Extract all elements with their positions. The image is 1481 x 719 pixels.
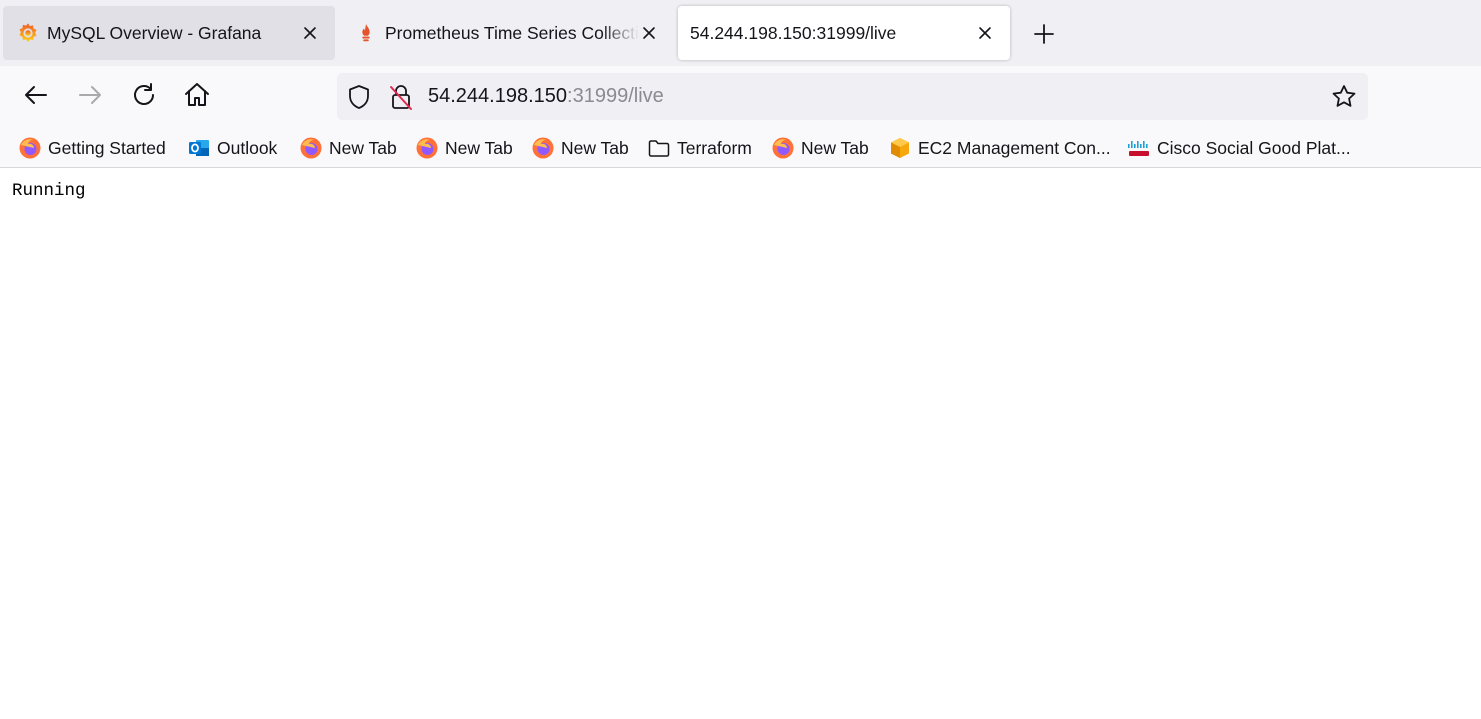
outlook-icon	[189, 140, 209, 156]
tab-title: 54.244.198.150:31999/live	[690, 23, 897, 43]
navigation-toolbar: 54.244.198.150:31999/live	[0, 66, 1481, 130]
home-icon[interactable]	[182, 80, 212, 110]
firefox-icon	[19, 137, 41, 159]
bookmark-label: Cisco Social Good Plat...	[1157, 137, 1351, 158]
page-content: Running	[0, 169, 1481, 719]
tab-title: Prometheus Time Series Collection	[385, 23, 639, 43]
grafana-icon	[19, 23, 37, 43]
bookmark-new-tab[interactable]: New Tab	[299, 135, 397, 161]
bookmark-cisco-social-good[interactable]: Cisco Social Good Plat...	[1127, 135, 1351, 161]
close-tab-icon[interactable]	[300, 23, 320, 43]
page-body-text: Running	[12, 181, 86, 201]
bookmark-getting-started[interactable]: Getting Started	[18, 135, 166, 161]
address-bar[interactable]: 54.244.198.150:31999/live	[337, 73, 1368, 120]
bookmark-folder-terraform[interactable]: Terraform	[647, 135, 752, 161]
insecure-lock-icon[interactable]	[388, 83, 414, 111]
firefox-icon	[300, 137, 322, 159]
tab-title: MySQL Overview - Grafana	[47, 23, 262, 43]
prometheus-icon	[362, 23, 370, 42]
tab-strip: MySQL Overview - Grafana Prometheus Time…	[0, 0, 1481, 66]
bookmark-new-tab[interactable]: New Tab	[415, 135, 513, 161]
bookmark-label: EC2 Management Con...	[918, 137, 1111, 158]
firefox-icon	[772, 137, 794, 159]
bookmark-label: New Tab	[801, 137, 869, 158]
bookmark-label: Outlook	[217, 137, 278, 158]
bookmark-star-icon[interactable]	[1330, 83, 1358, 111]
cisco-icon	[1128, 141, 1149, 156]
aws-icon	[891, 138, 909, 158]
close-tab-icon[interactable]	[975, 23, 995, 43]
bookmark-label: New Tab	[329, 137, 397, 158]
tab-live-active[interactable]: 54.244.198.150:31999/live	[678, 6, 1010, 60]
bookmarks-toolbar: Getting Started Outlook New Tab New Tab	[0, 130, 1481, 168]
url-host: 54.244.198.150	[428, 85, 568, 107]
firefox-icon	[416, 137, 438, 159]
bookmark-label: Terraform	[677, 137, 752, 158]
firefox-icon	[532, 137, 554, 159]
new-tab-plus-icon[interactable]	[1030, 20, 1058, 48]
url-path: :31999/live	[567, 85, 664, 107]
bookmark-new-tab[interactable]: New Tab	[771, 135, 869, 161]
bookmark-outlook[interactable]: Outlook	[187, 135, 277, 161]
tab-prometheus[interactable]: Prometheus Time Series Collection	[341, 6, 671, 60]
back-arrow-icon[interactable]	[21, 80, 51, 110]
reload-icon[interactable]	[129, 80, 159, 110]
bookmark-label: New Tab	[445, 137, 513, 158]
url-text[interactable]: 54.244.198.150:31999/live	[428, 85, 664, 108]
bookmark-label: New Tab	[561, 137, 629, 158]
bookmark-label: Getting Started	[48, 137, 166, 158]
close-tab-icon[interactable]	[639, 23, 659, 43]
tracking-protection-shield-icon[interactable]	[346, 84, 372, 110]
folder-icon	[648, 140, 670, 157]
bookmark-ec2-management[interactable]: EC2 Management Con...	[888, 135, 1111, 161]
bookmark-new-tab[interactable]: New Tab	[531, 135, 629, 161]
tab-grafana[interactable]: MySQL Overview - Grafana	[3, 6, 335, 60]
forward-arrow-icon[interactable]	[75, 80, 105, 110]
